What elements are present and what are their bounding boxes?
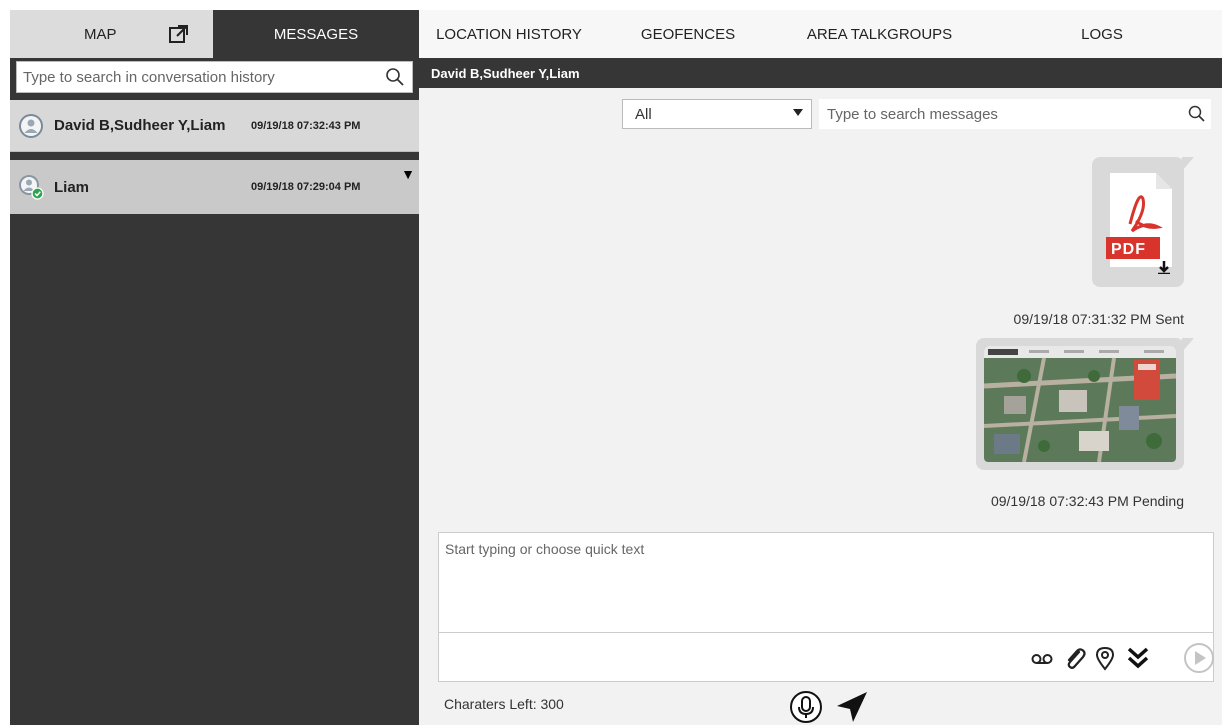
tab-location-history[interactable]: LOCATION HISTORY: [419, 10, 599, 58]
tab-area-talkgroups[interactable]: AREA TALKGROUPS: [777, 10, 982, 58]
tab-geofences-label: GEOFENCES: [640, 25, 736, 43]
map-screenshot-thumbnail: [984, 346, 1176, 462]
conversation-search: [16, 61, 413, 93]
message-filter-select[interactable]: All: [622, 99, 812, 129]
composer-toolbar: [438, 632, 1214, 682]
popout-icon[interactable]: [168, 23, 190, 45]
pdf-attachment-bubble[interactable]: PDF: [1092, 157, 1194, 287]
conversation-search-input[interactable]: [17, 62, 384, 92]
tab-geofences[interactable]: GEOFENCES: [599, 10, 777, 58]
search-icon[interactable]: [384, 66, 406, 88]
message-thread-panel: David B,Sudheer Y,Liam All Type to searc…: [419, 58, 1222, 725]
share-location-arrow-icon[interactable]: [835, 690, 869, 724]
thread-title: David B,Sudheer Y,Liam: [431, 65, 580, 81]
image-attachment-bubble[interactable]: [976, 338, 1194, 470]
send-icon[interactable]: [1183, 642, 1215, 674]
conversation-name: David B,Sudheer Y,Liam: [54, 117, 226, 134]
attachment-icon[interactable]: [1061, 645, 1087, 671]
tab-map[interactable]: MAP: [10, 10, 213, 58]
tab-map-label: MAP: [84, 25, 117, 43]
top-tab-bar: MAP MESSAGES LOCATION HISTORY GEOFENCES …: [10, 10, 1222, 58]
composer-footer: Charaters Left: 300: [419, 682, 1222, 725]
caret-down-icon[interactable]: ▼: [401, 166, 415, 182]
characters-left-counter: Charaters Left: 300: [444, 696, 564, 712]
conversation-panel: David B,Sudheer Y,Liam 09/19/18 07:32:43…: [10, 58, 419, 725]
group-avatar-icon: [19, 113, 43, 138]
bubble-tail: [1182, 157, 1194, 171]
conversation-timestamp: 09/19/18 07:29:04 PM: [251, 181, 361, 193]
bubble-tail: [1182, 338, 1194, 352]
message-status: 09/19/18 07:32:43 PM Pending: [990, 493, 1184, 509]
dropdown-arrow-icon: [793, 109, 803, 116]
message-filter-value: All: [635, 105, 652, 123]
conversation-item[interactable]: David B,Sudheer Y,Liam 09/19/18 07:32:43…: [10, 100, 419, 152]
tab-messages[interactable]: MESSAGES: [213, 10, 419, 58]
conversation-name: Liam: [54, 178, 90, 196]
tab-logs[interactable]: LOGS: [982, 10, 1222, 58]
tab-messages-label: MESSAGES: [273, 25, 359, 43]
microphone-icon[interactable]: [789, 690, 823, 724]
voicemail-icon[interactable]: [1029, 645, 1055, 671]
tab-area-talkgroups-label: AREA TALKGROUPS: [806, 25, 953, 43]
message-input[interactable]: [439, 533, 1213, 632]
tab-location-history-label: LOCATION HISTORY: [436, 25, 582, 43]
contact-avatar-online-icon: [19, 175, 44, 200]
message-search: [819, 99, 1211, 129]
thread-header: David B,Sudheer Y,Liam: [419, 58, 1222, 88]
search-icon[interactable]: [1187, 104, 1207, 124]
tab-logs-label: LOGS: [1081, 25, 1123, 43]
location-pin-icon[interactable]: [1092, 645, 1118, 671]
conversation-item[interactable]: Liam 09/19/18 07:29:04 PM ▼: [10, 160, 419, 214]
message-composer: [438, 532, 1214, 632]
thread-filter-row: All: [419, 99, 1222, 129]
message-status: 09/19/18 07:31:32 PM Sent: [1013, 311, 1184, 327]
app-window: MAP MESSAGES LOCATION HISTORY GEOFENCES …: [10, 10, 1222, 725]
message-search-input[interactable]: [819, 100, 1187, 128]
conversation-timestamp: 09/19/18 07:32:43 PM: [251, 119, 361, 132]
pdf-label: PDF: [1111, 241, 1146, 258]
quick-text-chevrons-icon[interactable]: [1125, 645, 1151, 671]
